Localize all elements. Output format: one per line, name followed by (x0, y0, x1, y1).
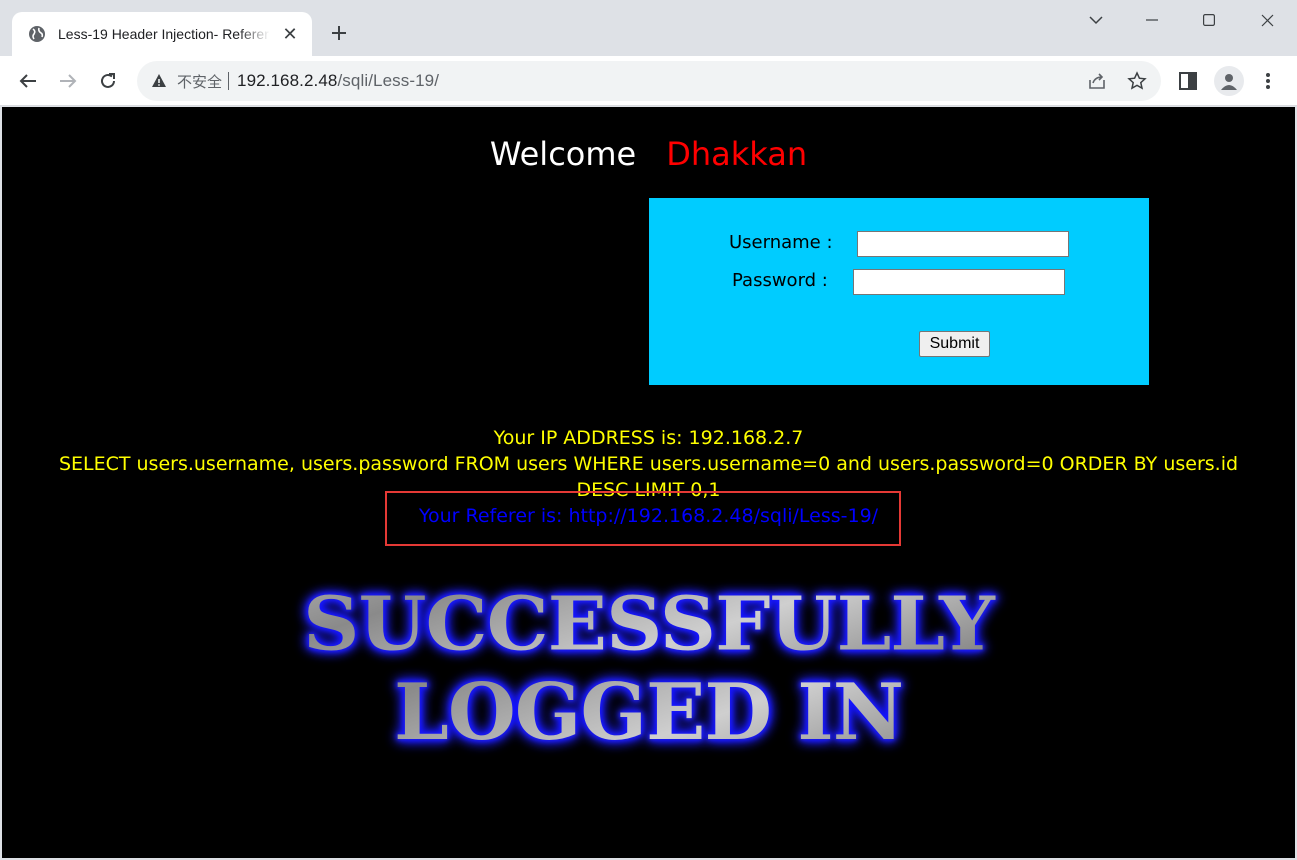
kebab-menu-icon[interactable] (1255, 68, 1281, 94)
close-window-icon[interactable] (1255, 8, 1279, 32)
success-line-2: LOGGED IN (2, 670, 1295, 756)
username-label: Username : (729, 232, 833, 253)
profile-avatar-icon[interactable] (1214, 66, 1244, 96)
login-form: Username : Password : Submit (649, 198, 1149, 385)
ip-address-line: Your IP ADDRESS is: 192.168.2.7 (493, 427, 804, 449)
new-tab-icon[interactable] (326, 20, 352, 46)
url-host: 192.168.2.48 (237, 71, 338, 90)
browser-titlebar: Less-19 Header Injection- Referer ✕ (0, 0, 1297, 56)
tab-title: Less-19 Header Injection- Referer (58, 26, 269, 42)
maximize-icon[interactable] (1197, 8, 1221, 32)
page-viewport: Welcome Dhakkan Username : Password : Sub… (2, 107, 1295, 858)
password-label: Password : (732, 270, 828, 291)
referer-highlight-box (385, 491, 901, 546)
success-banner: SUCCESSFULLY LOGGED IN (2, 582, 1295, 756)
globe-icon (28, 25, 46, 43)
back-arrow-icon[interactable] (15, 68, 41, 94)
address-bar[interactable]: 不安全 192.168.2.48/sqli/Less-19/ (137, 61, 1161, 101)
browser-toolbar: 不安全 192.168.2.48/sqli/Less-19/ (0, 56, 1297, 106)
forward-arrow-icon[interactable] (55, 68, 81, 94)
not-secure-warning-icon[interactable] (151, 73, 167, 89)
tab-search-chevron-icon[interactable] (1084, 8, 1108, 32)
address-separator (228, 72, 230, 90)
minimize-icon[interactable] (1140, 8, 1164, 32)
share-icon[interactable] (1087, 71, 1107, 91)
welcome-name: Dhakkan (666, 135, 808, 173)
url-path: /sqli/Less-19/ (337, 71, 440, 90)
password-input[interactable] (853, 269, 1065, 295)
security-label[interactable]: 不安全 (177, 71, 222, 92)
welcome-heading: Welcome Dhakkan (2, 135, 1295, 173)
browser-tab[interactable]: Less-19 Header Injection- Referer ✕ (12, 12, 312, 56)
bookmark-star-icon[interactable] (1127, 71, 1147, 91)
submit-button[interactable]: Submit (919, 331, 990, 357)
close-tab-icon[interactable]: ✕ (280, 24, 300, 44)
url-text[interactable]: 192.168.2.48/sqli/Less-19/ (237, 71, 439, 91)
reload-icon[interactable] (95, 68, 121, 94)
success-line-1: SUCCESSFULLY (2, 584, 1295, 666)
username-input[interactable] (857, 231, 1069, 257)
welcome-text: Welcome (489, 135, 637, 173)
side-panel-icon[interactable] (1175, 68, 1201, 94)
